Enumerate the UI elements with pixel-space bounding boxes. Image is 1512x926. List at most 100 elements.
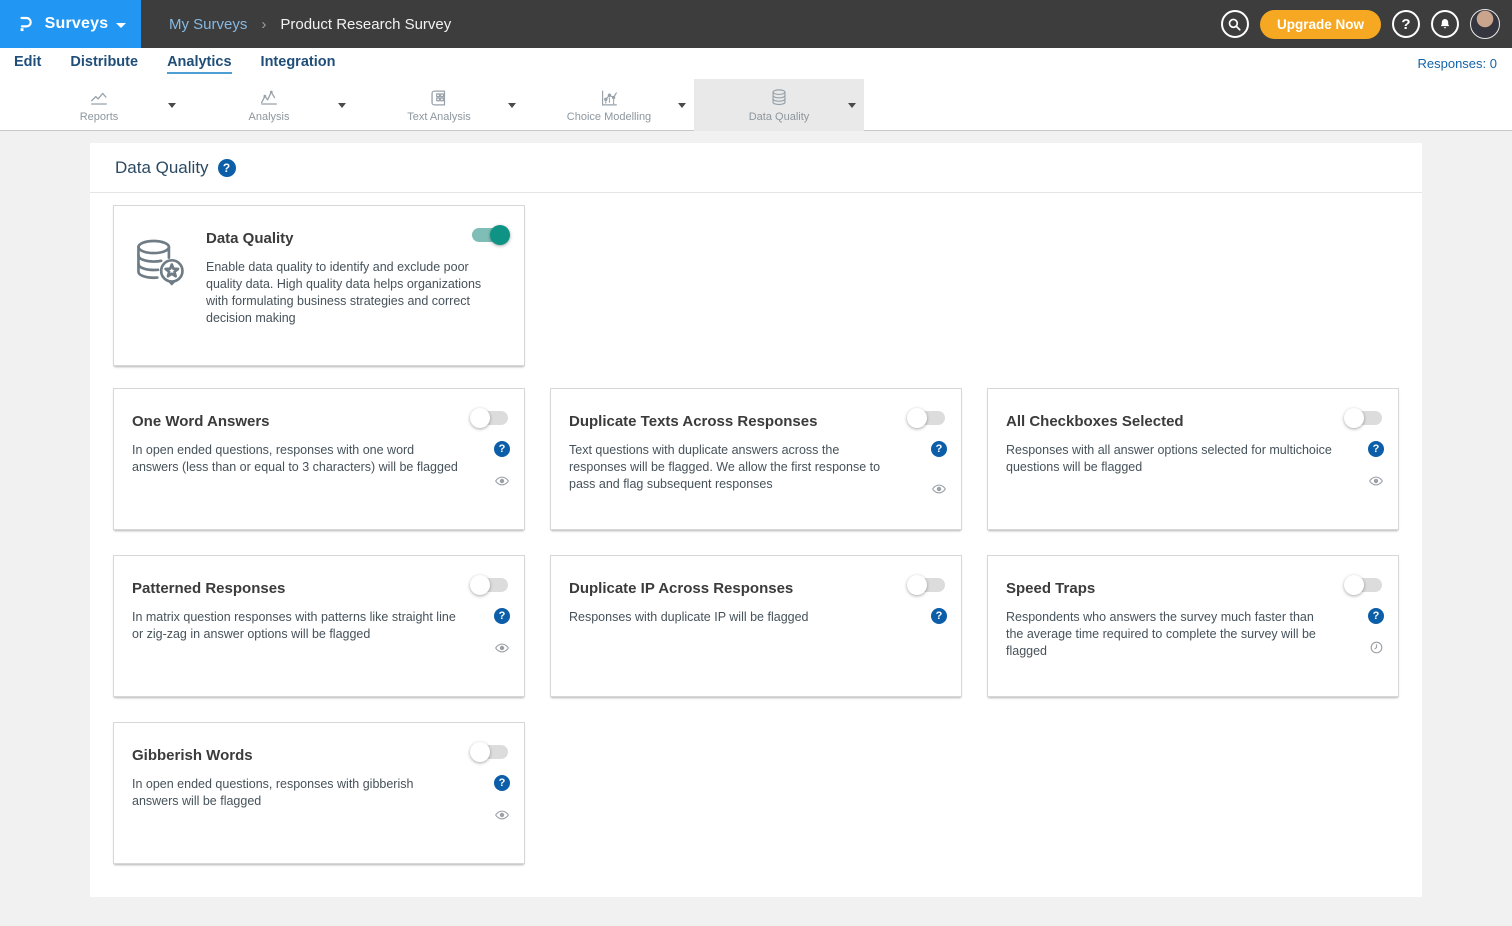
master-card-description: Enable data quality to identify and excl…	[206, 259, 498, 327]
card-description: In open ended questions, responses with …	[132, 776, 506, 810]
toggle-duplicate-ip[interactable]	[909, 578, 945, 592]
card-description: Responses with duplicate IP will be flag…	[569, 609, 943, 626]
help-icon[interactable]	[494, 775, 510, 791]
chevron-down-icon	[116, 23, 126, 28]
topbar-actions: Upgrade Now ?	[1221, 0, 1500, 48]
toolbar-item-label: Choice Modelling	[567, 111, 651, 123]
surveys-product-switcher[interactable]: Surveys	[0, 0, 141, 48]
help-icon[interactable]	[931, 441, 947, 457]
preview-eye-icon[interactable]	[494, 807, 510, 823]
analytics-toolbar: Reports Analysis Text Ana	[0, 79, 1512, 131]
preview-eye-icon[interactable]	[494, 640, 510, 656]
master-card-title: Data Quality	[206, 230, 506, 247]
page-content: Data Quality	[0, 131, 1512, 926]
tab-distribute[interactable]: Distribute	[70, 54, 138, 74]
toggle-knob	[470, 575, 490, 595]
card-description: In matrix question responses with patter…	[132, 609, 506, 643]
reports-dropdown-caret[interactable]	[168, 103, 176, 108]
card-title: Duplicate IP Across Responses	[569, 580, 943, 597]
toggle-data-quality[interactable]	[472, 228, 508, 242]
line-chart-icon	[87, 87, 111, 109]
upgrade-now-button[interactable]: Upgrade Now	[1260, 10, 1381, 39]
survey-nav-tabs: Edit Distribute Analytics Integration	[14, 54, 335, 74]
card-speed-traps: Speed Traps Respondents who answers the …	[987, 555, 1399, 697]
toggle-knob	[470, 742, 490, 762]
trend-chart-icon	[257, 87, 281, 109]
questionpro-logo-icon	[15, 13, 37, 35]
toggle-knob	[1344, 408, 1364, 428]
card-duplicate-texts: Duplicate Texts Across Responses Text qu…	[550, 388, 962, 530]
card-all-checkboxes: All Checkboxes Selected Responses with a…	[987, 388, 1399, 530]
panel-header: Data Quality	[90, 143, 1422, 193]
analysis-dropdown-caret[interactable]	[338, 103, 346, 108]
text-analysis-dropdown-caret[interactable]	[508, 103, 516, 108]
card-title: All Checkboxes Selected	[1006, 413, 1380, 430]
tab-edit[interactable]: Edit	[14, 54, 41, 74]
brand-label: Surveys	[45, 15, 109, 33]
help-icon[interactable]	[494, 441, 510, 457]
toolbar-item-data-quality[interactable]: Data Quality	[694, 79, 864, 131]
card-gibberish-words: Gibberish Words In open ended questions,…	[113, 722, 525, 864]
database-award-icon	[130, 234, 188, 297]
card-one-word-answers: One Word Answers In open ended questions…	[113, 388, 525, 530]
search-icon[interactable]	[1221, 10, 1249, 38]
survey-nav-row: Edit Distribute Analytics Integration Re…	[0, 48, 1512, 79]
card-description: Text questions with duplicate answers ac…	[569, 442, 943, 493]
newspaper-icon	[427, 87, 451, 109]
page-title: Data Quality	[115, 158, 209, 178]
help-icon[interactable]	[494, 608, 510, 624]
preview-eye-icon[interactable]	[931, 481, 947, 497]
toggle-knob	[907, 575, 927, 595]
preview-eye-icon[interactable]	[1368, 473, 1384, 489]
tab-integration[interactable]: Integration	[261, 54, 336, 74]
card-title: Patterned Responses	[132, 580, 506, 597]
toggle-knob	[907, 408, 927, 428]
preview-eye-icon[interactable]	[494, 473, 510, 489]
topbar: Surveys My Surveys › Product Research Su…	[0, 0, 1512, 48]
breadcrumb-my-surveys[interactable]: My Surveys	[169, 16, 247, 33]
toggle-speed-traps[interactable]	[1346, 578, 1382, 592]
card-description: Respondents who answers the survey much …	[1006, 609, 1380, 660]
toolbar-item-label: Text Analysis	[407, 111, 471, 123]
card-title: Speed Traps	[1006, 580, 1380, 597]
data-quality-master-card: Data Quality Enable data quality to iden…	[113, 205, 525, 366]
page-help-icon[interactable]	[218, 159, 236, 177]
toggle-knob	[470, 408, 490, 428]
breadcrumb-separator-icon: ›	[261, 16, 266, 33]
toolbar-item-choice-modelling[interactable]: Choice Modelling	[524, 79, 694, 131]
card-title: One Word Answers	[132, 413, 506, 430]
notifications-bell-icon[interactable]	[1431, 10, 1459, 38]
data-quality-dropdown-caret[interactable]	[848, 103, 856, 108]
toolbar-item-label: Data Quality	[749, 111, 810, 123]
toolbar-item-text-analysis[interactable]: Text Analysis	[354, 79, 524, 131]
card-description: In open ended questions, responses with …	[132, 442, 506, 476]
help-icon[interactable]	[1368, 441, 1384, 457]
toolbar-item-reports[interactable]: Reports	[14, 79, 184, 131]
toggle-patterned-responses[interactable]	[472, 578, 508, 592]
toggle-knob	[490, 225, 510, 245]
toggle-knob	[1344, 575, 1364, 595]
help-circle-icon[interactable]: ?	[1392, 10, 1420, 38]
timer-icon[interactable]	[1369, 640, 1384, 655]
card-description: Responses with all answer options select…	[1006, 442, 1380, 476]
choice-modelling-dropdown-caret[interactable]	[678, 103, 686, 108]
help-icon[interactable]	[1368, 608, 1384, 624]
breadcrumb: My Surveys › Product Research Survey	[169, 16, 451, 33]
toggle-duplicate-texts[interactable]	[909, 411, 945, 425]
toggle-all-checkboxes[interactable]	[1346, 411, 1382, 425]
toolbar-item-label: Analysis	[249, 111, 290, 123]
tab-analytics[interactable]: Analytics	[167, 54, 231, 74]
toolbar-item-analysis[interactable]: Analysis	[184, 79, 354, 131]
feature-cards-grid: One Word Answers In open ended questions…	[113, 388, 1398, 864]
card-title: Gibberish Words	[132, 747, 506, 764]
card-duplicate-ip: Duplicate IP Across Responses Responses …	[550, 555, 962, 697]
card-title: Duplicate Texts Across Responses	[569, 413, 943, 430]
database-icon	[767, 87, 791, 109]
user-avatar[interactable]	[1470, 9, 1500, 39]
help-icon[interactable]	[931, 608, 947, 624]
responses-count: Responses: 0	[1418, 56, 1498, 71]
scatter-plot-icon	[597, 87, 621, 109]
toggle-gibberish-words[interactable]	[472, 745, 508, 759]
toggle-one-word-answers[interactable]	[472, 411, 508, 425]
card-patterned-responses: Patterned Responses In matrix question r…	[113, 555, 525, 697]
